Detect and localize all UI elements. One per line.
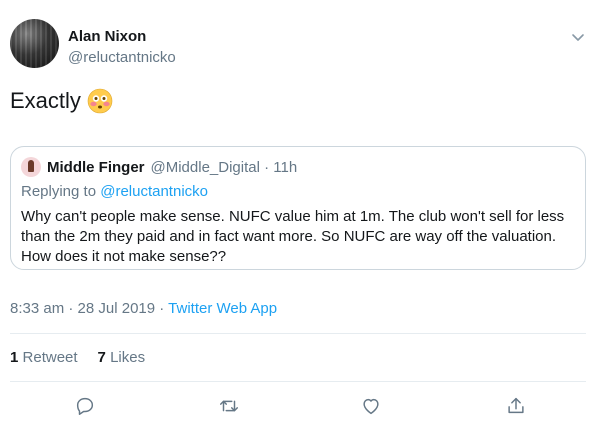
- author-handle[interactable]: @reluctantnicko: [68, 49, 176, 66]
- reply-button[interactable]: [74, 395, 96, 417]
- timestamp-text[interactable]: 8:33 am · 28 Jul 2019 ·: [10, 300, 168, 317]
- like-button[interactable]: [360, 395, 382, 417]
- divider: [10, 333, 586, 334]
- tweet-text-content: Exactly: [10, 88, 81, 113]
- author-name[interactable]: Alan Nixon: [68, 28, 146, 45]
- retweet-icon: [220, 400, 238, 412]
- quoted-replying-to: Replying to @reluctantnicko: [21, 183, 208, 200]
- likes-count: 7: [97, 349, 106, 366]
- quoted-tweet-header: Middle Finger @Middle_Digital · 11h: [21, 157, 297, 177]
- flushed-face-emoji-icon: [87, 88, 113, 114]
- chevron-down-icon[interactable]: [571, 30, 585, 44]
- reply-icon: [76, 397, 94, 415]
- tweet-stats: 1 Retweet 7 Likes: [10, 349, 145, 366]
- replying-prefix: Replying to: [21, 183, 101, 200]
- quoted-author-avatar: [21, 157, 41, 177]
- tweet-text: Exactly: [10, 88, 113, 114]
- author-avatar[interactable]: [10, 19, 59, 68]
- quoted-author-meta: @Middle_Digital · 11h: [150, 158, 298, 176]
- retweets-count: 1: [10, 349, 19, 366]
- quoted-author-name: Middle Finger: [47, 158, 145, 176]
- retweet-button[interactable]: [218, 395, 240, 417]
- likes-label: Likes: [110, 349, 146, 366]
- source-link[interactable]: Twitter Web App: [168, 300, 277, 317]
- likes-stat[interactable]: 7 Likes: [98, 349, 146, 366]
- share-button[interactable]: [505, 395, 527, 417]
- replying-to-link[interactable]: @reluctantnicko: [100, 183, 208, 200]
- divider: [10, 381, 586, 382]
- retweets-label: Retweet: [22, 349, 78, 366]
- quoted-tweet-body: Why can't people make sense. NUFC value …: [21, 208, 565, 265]
- quoted-tweet[interactable]: Middle Finger @Middle_Digital · 11h Repl…: [10, 146, 586, 270]
- tweet-timestamp: 8:33 am · 28 Jul 2019 · Twitter Web App: [10, 300, 277, 317]
- like-icon: [363, 398, 379, 415]
- share-icon: [508, 397, 524, 414]
- tweet-actions: [0, 395, 597, 419]
- retweets-stat[interactable]: 1 Retweet: [10, 349, 78, 366]
